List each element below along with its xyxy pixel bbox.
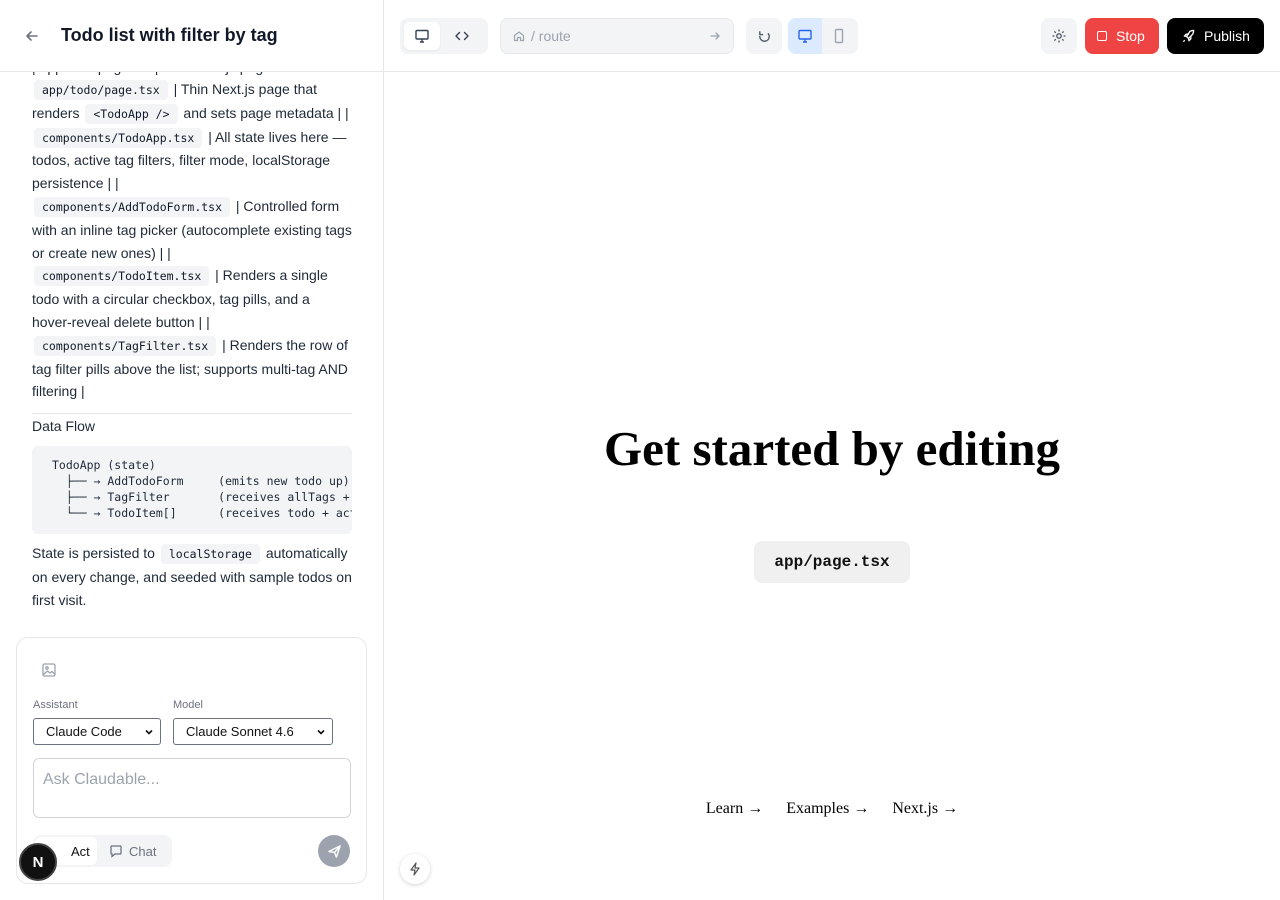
desktop-device-button[interactable] [788,18,822,54]
prompt-input[interactable]: Ask Claudable... [33,758,351,818]
monitor-icon [415,29,429,43]
mobile-icon [834,28,844,44]
assistant-value: Claude Code [46,724,122,739]
preview-view-button[interactable] [404,22,440,50]
file-path-chip: app/page.tsx [754,541,910,583]
nextjs-link[interactable]: Next.js → [892,800,958,818]
view-mode-toggle [400,18,488,54]
inline-code: localStorage [160,543,260,564]
chat-header: Todo list with filter by tag [0,0,383,72]
project-title: Todo list with filter by tag [61,25,278,45]
preview-toolbar: / route Stop Publish [384,0,1280,72]
chevron-down-icon [145,729,153,735]
stop-button[interactable]: Stop [1085,18,1159,54]
send-button[interactable] [318,835,350,867]
footer-links: Learn → Examples → Next.js → [704,800,960,818]
gear-icon [1052,29,1066,43]
preview-frame: Get started by editing app/page.tsx Lear… [384,73,1280,900]
file-row: components/TodoItem.tsx | Renders a sing… [32,266,328,330]
assistant-select[interactable]: Claude Code [33,718,161,745]
chevron-down-icon [317,729,325,735]
send-icon [327,844,341,858]
file-row: components/AddTodoForm.tsx | Controlled … [32,196,352,261]
refresh-icon [758,30,770,42]
file-row: components/TodoApp.tsx | All state lives… [32,127,347,192]
file-path: components/TagFilter.tsx [34,335,217,356]
model-value: Claude Sonnet 4.6 [186,724,294,739]
examples-link[interactable]: Examples → [786,800,869,818]
file-row: app/todo/page.tsx | Thin Next.js page th… [32,78,352,126]
nextjs-dev-badge[interactable]: N [19,843,57,881]
back-arrow-icon[interactable] [22,26,42,46]
home-icon [513,31,525,42]
mobile-device-button[interactable] [822,18,856,54]
learn-link[interactable]: Learn → [706,800,763,818]
persist-note: State is persisted to localStorage autom… [32,543,352,608]
file-path: components/TodoItem.tsx [34,266,210,287]
chat-panel: Todo list with filter by tag | app/todo/… [0,0,384,900]
publish-button[interactable]: Publish [1167,18,1264,54]
device-toggle [788,18,858,54]
component-tag: <TodoApp /> [85,103,178,124]
file-path: app/todo/page.tsx [34,80,168,100]
settings-button[interactable] [1041,18,1077,54]
hero-heading: Get started by editing [604,421,1060,476]
assistant-message: | app/todo/page.tsx | Thin Next.js page … [32,56,352,611]
data-flow-heading: Data Flow [32,418,96,435]
file-path: components/AddTodoForm.tsx [34,196,231,217]
stop-icon [1097,31,1107,41]
rocket-icon [1182,29,1195,42]
image-icon[interactable] [41,662,59,680]
chat-bubble-icon [110,845,122,858]
refresh-button[interactable] [746,18,782,54]
bolt-icon[interactable] [400,854,430,884]
data-flow-code: TodoApp (state) ├── → AddTodoForm (emits… [32,445,352,534]
chat-composer: Assistant Claude Code Model Claude Sonne… [16,637,367,884]
file-row: components/TagFilter.tsx | Renders the r… [32,335,348,400]
model-label: Model [173,699,203,711]
code-view-button[interactable] [444,22,480,50]
file-path: components/TodoApp.tsx [34,127,203,148]
desktop-icon [798,29,812,43]
model-select[interactable]: Claude Sonnet 4.6 [173,718,333,745]
route-input[interactable]: / route [500,18,734,54]
assistant-label: Assistant [33,699,78,711]
code-icon [455,31,469,41]
arrow-right-icon[interactable] [709,30,721,42]
mode-chat-button[interactable]: Chat [109,837,156,865]
